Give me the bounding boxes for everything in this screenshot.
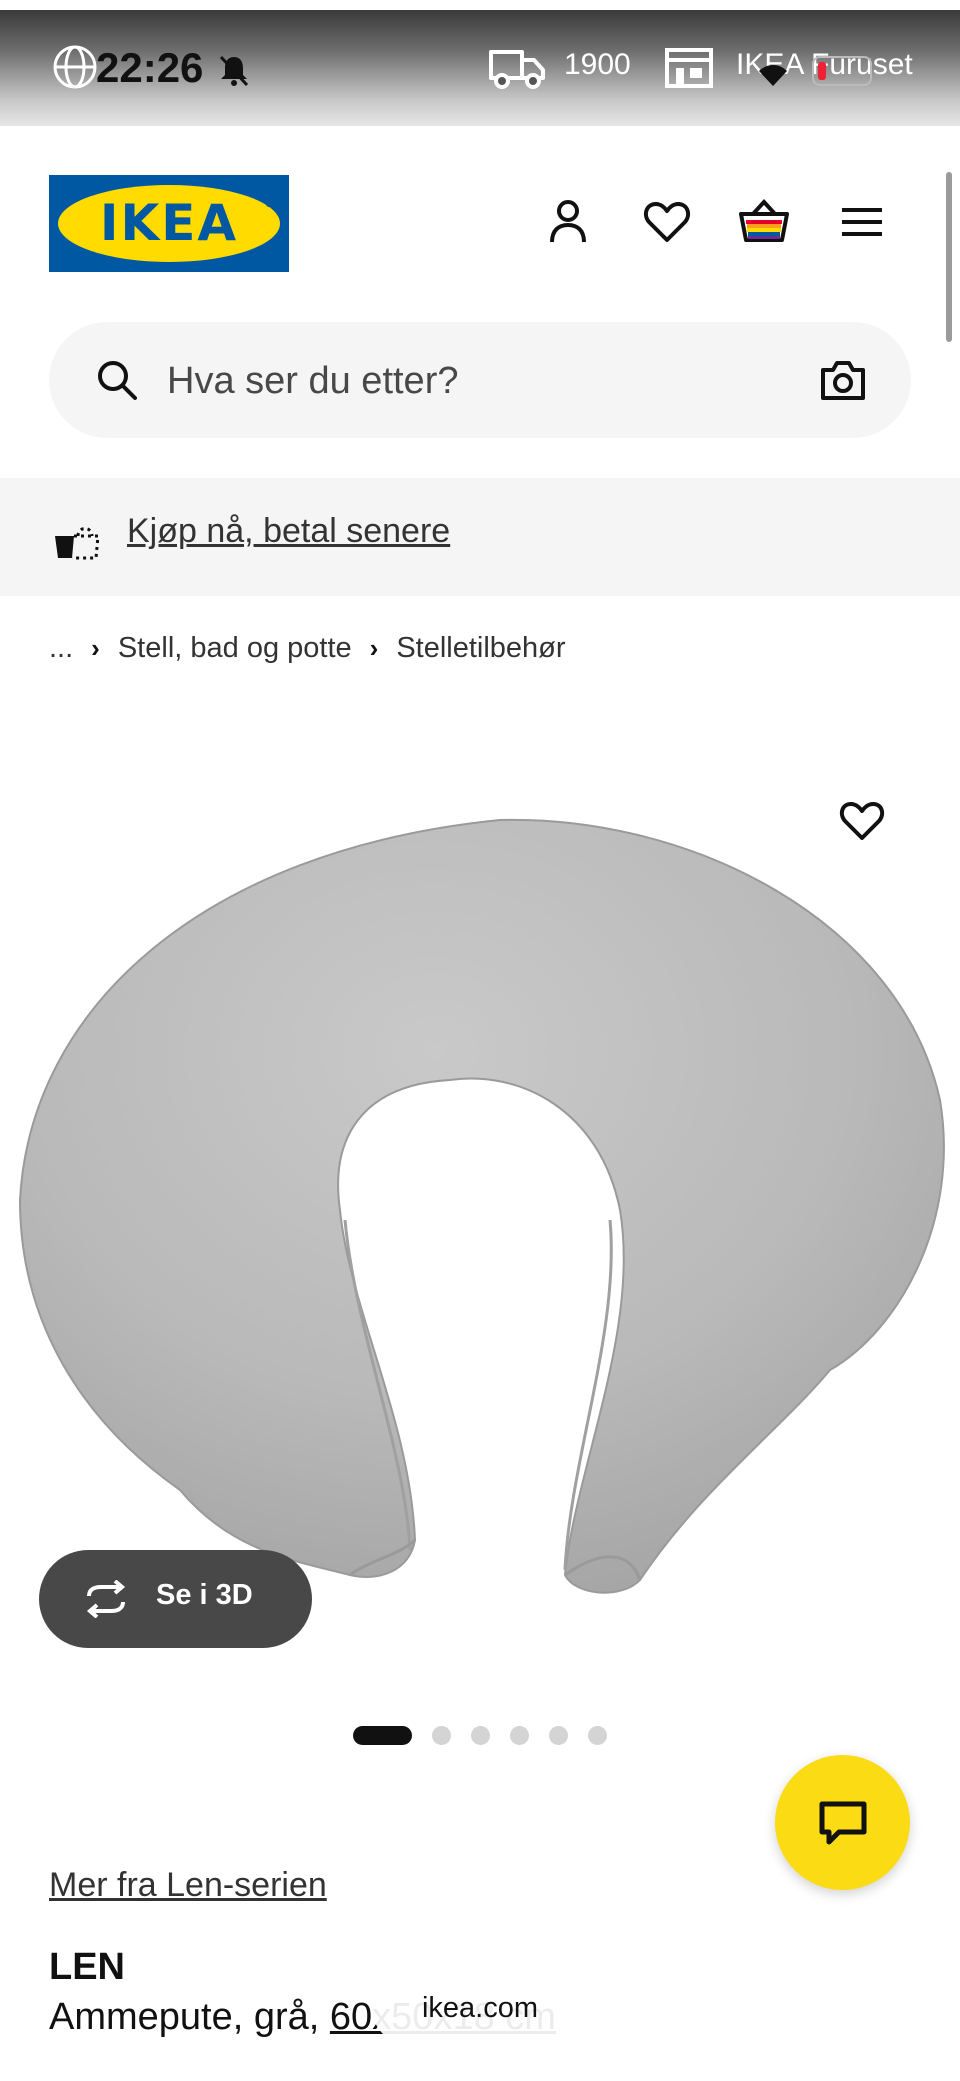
bell-muted-icon	[219, 55, 249, 87]
logo-registered-mark: ®	[265, 199, 273, 210]
hamburger-menu-icon[interactable]	[836, 196, 888, 248]
battery-icon	[812, 56, 872, 86]
carousel-dot-active[interactable]	[353, 1725, 412, 1745]
chat-button[interactable]	[775, 1755, 910, 1890]
breadcrumb: ... › Stell, bad og potte › Stelletilbeh…	[49, 628, 566, 668]
delivery-truck-icon[interactable]	[488, 46, 546, 90]
breadcrumb-ellipsis[interactable]: ...	[49, 632, 73, 665]
view-in-3d-button[interactable]: Se i 3D	[39, 1550, 312, 1648]
product-name: LEN	[49, 1946, 125, 1988]
carousel-dot[interactable]	[471, 1725, 490, 1745]
status-bar: 22:26 1900 IKEA Furuset	[0, 0, 960, 126]
search-placeholder: Hva ser du etter?	[167, 360, 459, 402]
view-in-3d-label: Se i 3D	[156, 1579, 253, 1611]
series-link[interactable]: Mer fra Len-serien	[49, 1866, 327, 1905]
breadcrumb-item[interactable]: Stelletilbehør	[396, 632, 565, 665]
store-icon[interactable]	[664, 46, 714, 90]
logo-text: IKEA	[99, 194, 239, 252]
search-icon	[98, 361, 137, 400]
person-icon[interactable]	[542, 196, 594, 248]
carousel-dot[interactable]	[588, 1725, 607, 1745]
promo-banner[interactable]: Kjøp nå, betal senere	[0, 478, 960, 596]
image-carousel-indicator	[353, 1725, 627, 1745]
chevron-right-icon: ›	[369, 632, 379, 663]
browser-url-pill[interactable]: ikea.com	[372, 1972, 588, 2044]
promo-link[interactable]: Kjøp nå, betal senere	[127, 512, 450, 551]
pay-later-icon	[55, 527, 100, 560]
chat-bubble-icon	[819, 1801, 867, 1845]
status-bar-top-strip	[0, 0, 960, 10]
camera-icon[interactable]	[819, 358, 867, 402]
add-to-favorites-heart-icon[interactable]	[838, 798, 886, 844]
breadcrumb-item[interactable]: Stell, bad og potte	[118, 632, 352, 665]
ikea-logo[interactable]: IKEA ®	[49, 175, 289, 272]
shopping-bag-icon[interactable]	[738, 196, 790, 248]
scroll-indicator	[946, 172, 952, 342]
search-input[interactable]: Hva ser du etter?	[49, 322, 911, 438]
product-description-text: Ammepute, grå,	[49, 1996, 330, 2038]
status-time: 22:26	[96, 44, 204, 91]
heart-icon[interactable]	[641, 196, 693, 248]
wifi-icon	[759, 65, 787, 86]
carousel-dot[interactable]	[432, 1725, 451, 1745]
globe-icon	[53, 45, 97, 89]
chevron-right-icon: ›	[91, 632, 100, 663]
carousel-dot[interactable]	[549, 1725, 568, 1745]
rotate-3d-icon	[86, 1580, 126, 1618]
carousel-dot[interactable]	[510, 1725, 529, 1745]
customer-service-number[interactable]: 1900	[564, 48, 631, 82]
